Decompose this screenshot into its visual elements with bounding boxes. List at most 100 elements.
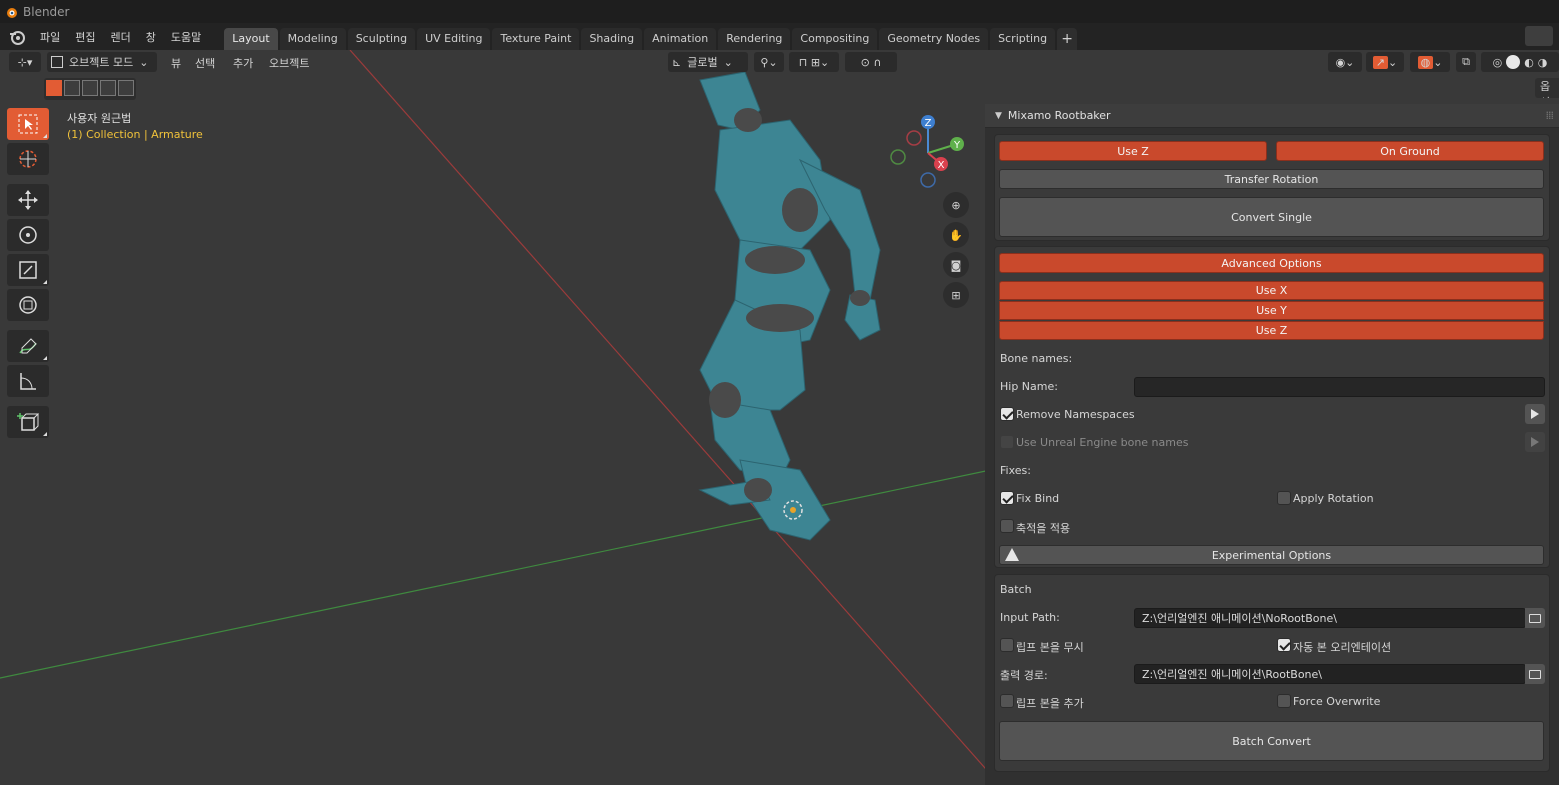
solid-shading-icon[interactable] <box>1506 55 1521 69</box>
tab-shading[interactable]: Shading <box>581 28 643 50</box>
rendered-shading-icon[interactable]: ◑ <box>1538 56 1548 69</box>
fix-bind-checkbox[interactable] <box>1000 491 1014 505</box>
tab-texture-paint[interactable]: Texture Paint <box>492 28 580 50</box>
scene-selector-button[interactable] <box>1525 26 1553 46</box>
unreal-bone-names-checkbox[interactable] <box>1000 435 1014 449</box>
drag-handle-icon[interactable]: ⁞⁞⁞ <box>1546 109 1554 122</box>
hip-name-field[interactable] <box>1134 377 1545 397</box>
output-path-field[interactable]: Z:\언리얼엔진 애니메이션\RootBone\ <box>1134 664 1526 684</box>
tab-compositing[interactable]: Compositing <box>792 28 878 50</box>
on-ground-button[interactable]: On Ground <box>1276 141 1544 161</box>
transform-icon <box>19 296 37 314</box>
input-path-field[interactable]: Z:\언리얼엔진 애니메이션\NoRootBone\ <box>1134 608 1526 628</box>
navigation-gizmo[interactable]: Z Y X <box>885 110 975 200</box>
remove-namespaces-expand-button[interactable] <box>1525 404 1545 424</box>
adv-use-y-button[interactable]: Use Y <box>999 301 1544 320</box>
menu-edit[interactable]: 편집 <box>69 29 104 45</box>
output-path-label: 출력 경로: <box>1000 669 1048 682</box>
adv-use-z-button[interactable]: Use Z <box>999 321 1544 340</box>
scale-tool[interactable] <box>7 254 49 286</box>
select-new-icon[interactable] <box>46 80 62 96</box>
bone-names-label: Bone names: <box>1000 352 1073 365</box>
cursor-tool[interactable] <box>7 143 49 175</box>
advanced-options-button[interactable]: Advanced Options <box>999 253 1544 273</box>
object-menu[interactable]: 오브젝트 <box>260 55 318 71</box>
material-shading-icon[interactable]: ◐ <box>1524 56 1534 69</box>
annotate-tool[interactable] <box>7 330 49 362</box>
tab-scripting[interactable]: Scripting <box>990 28 1056 50</box>
camera-view-button[interactable]: ◙ <box>943 252 969 278</box>
use-z-button[interactable]: Use Z <box>999 141 1267 161</box>
gizmo-toggle[interactable]: ↗ ⌄ <box>1366 52 1404 72</box>
object-mode-icon <box>51 56 63 68</box>
editor-type-button[interactable]: ⊹▾ <box>9 52 41 72</box>
move-tool[interactable] <box>7 184 49 216</box>
window-title: Blender <box>23 4 70 19</box>
ignore-root-checkbox[interactable] <box>1000 638 1014 652</box>
orientation-dropdown[interactable]: ⊾ 글로벌 ⌄ <box>668 52 748 72</box>
visibility-dropdown[interactable]: ◉⌄ <box>1328 52 1362 72</box>
view-name-label: 사용자 원근법 <box>67 112 132 125</box>
output-path-browse-button[interactable] <box>1525 664 1545 684</box>
tab-modeling[interactable]: Modeling <box>279 28 346 50</box>
select-subtract-icon[interactable] <box>82 80 98 96</box>
apply-rotation-checkbox[interactable] <box>1277 491 1291 505</box>
advanced-options-box: Advanced Options Use X Use Y Use Z Bone … <box>994 246 1550 568</box>
options-button[interactable]: 옵션 <box>1535 78 1559 98</box>
tab-geometry-nodes[interactable]: Geometry Nodes <box>879 28 989 50</box>
panel-header[interactable]: ▼ Mixamo Rootbaker ⁞⁞⁞ <box>985 104 1559 128</box>
menu-help[interactable]: 도움말 <box>165 29 210 45</box>
title-bar: Blender <box>0 0 1559 23</box>
mode-dropdown[interactable]: 오브젝트 모드 ⌄ <box>47 52 157 72</box>
menu-window[interactable]: 창 <box>140 29 165 45</box>
force-overwrite-checkbox[interactable] <box>1277 694 1291 708</box>
add-cube-icon <box>17 413 39 431</box>
experimental-options-button[interactable]: Experimental Options <box>999 545 1544 565</box>
proportional-editing-toggle[interactable]: ⊙ ∩ <box>845 52 897 72</box>
unreal-bone-names-expand-button[interactable] <box>1525 432 1545 452</box>
convert-single-button[interactable]: Convert Single <box>999 197 1544 237</box>
experimental-options-label: Experimental Options <box>1211 548 1332 562</box>
select-menu[interactable]: 선택 <box>186 55 224 71</box>
measure-tool[interactable] <box>7 365 49 397</box>
pan-button[interactable]: ✋ <box>943 222 969 248</box>
select-extend-icon[interactable] <box>64 80 80 96</box>
select-intersect-icon[interactable] <box>118 80 134 96</box>
menu-file[interactable]: 파일 <box>34 29 69 45</box>
rotate-tool[interactable] <box>7 219 49 251</box>
zoom-button[interactable]: ⊕ <box>943 192 969 218</box>
auto-bone-orientation-checkbox[interactable] <box>1277 638 1291 652</box>
apply-scale-checkbox[interactable] <box>1000 519 1014 533</box>
add-workspace-button[interactable]: + <box>1057 28 1078 50</box>
input-path-browse-button[interactable] <box>1525 608 1545 628</box>
perspective-toggle-button[interactable]: ⊞ <box>943 282 969 308</box>
tab-rendering[interactable]: Rendering <box>718 28 791 50</box>
transfer-rotation-button[interactable]: Transfer Rotation <box>999 169 1544 189</box>
zoom-icon: ⊕ <box>951 198 961 212</box>
overlays-toggle[interactable]: ◍ ⌄ <box>1410 52 1450 72</box>
select-invert-icon[interactable] <box>100 80 116 96</box>
wireframe-shading-icon[interactable]: ◎ <box>1493 56 1503 69</box>
fixes-label: Fixes: <box>1000 464 1031 477</box>
tab-animation[interactable]: Animation <box>644 28 717 50</box>
snap-toggle[interactable]: ⊓ ⊞⌄ <box>789 52 839 72</box>
add-menu[interactable]: 추가 <box>224 55 262 71</box>
add-root-checkbox[interactable] <box>1000 694 1014 708</box>
shading-modes[interactable]: ◎ ◐ ◑ <box>1481 52 1559 72</box>
transform-orientation-icon: ⊾ <box>672 55 682 69</box>
menu-render[interactable]: 렌더 <box>105 29 140 45</box>
transform-tool[interactable] <box>7 289 49 321</box>
tab-uv-editing[interactable]: UV Editing <box>417 28 491 50</box>
tab-sculpting[interactable]: Sculpting <box>347 28 416 50</box>
batch-convert-button[interactable]: Batch Convert <box>999 721 1544 761</box>
remove-namespaces-checkbox[interactable] <box>1000 407 1014 421</box>
tab-layout[interactable]: Layout <box>224 28 278 50</box>
move-icon <box>18 190 38 210</box>
select-box-tool[interactable] <box>7 108 49 140</box>
pivot-dropdown[interactable]: ⚲⌄ <box>754 52 784 72</box>
add-cube-tool[interactable] <box>7 406 49 438</box>
xray-toggle[interactable]: ⧉ <box>1456 52 1476 72</box>
apply-rotation-label: Apply Rotation <box>1293 492 1374 505</box>
blender-menu-icon[interactable] <box>8 28 26 46</box>
adv-use-x-button[interactable]: Use X <box>999 281 1544 300</box>
